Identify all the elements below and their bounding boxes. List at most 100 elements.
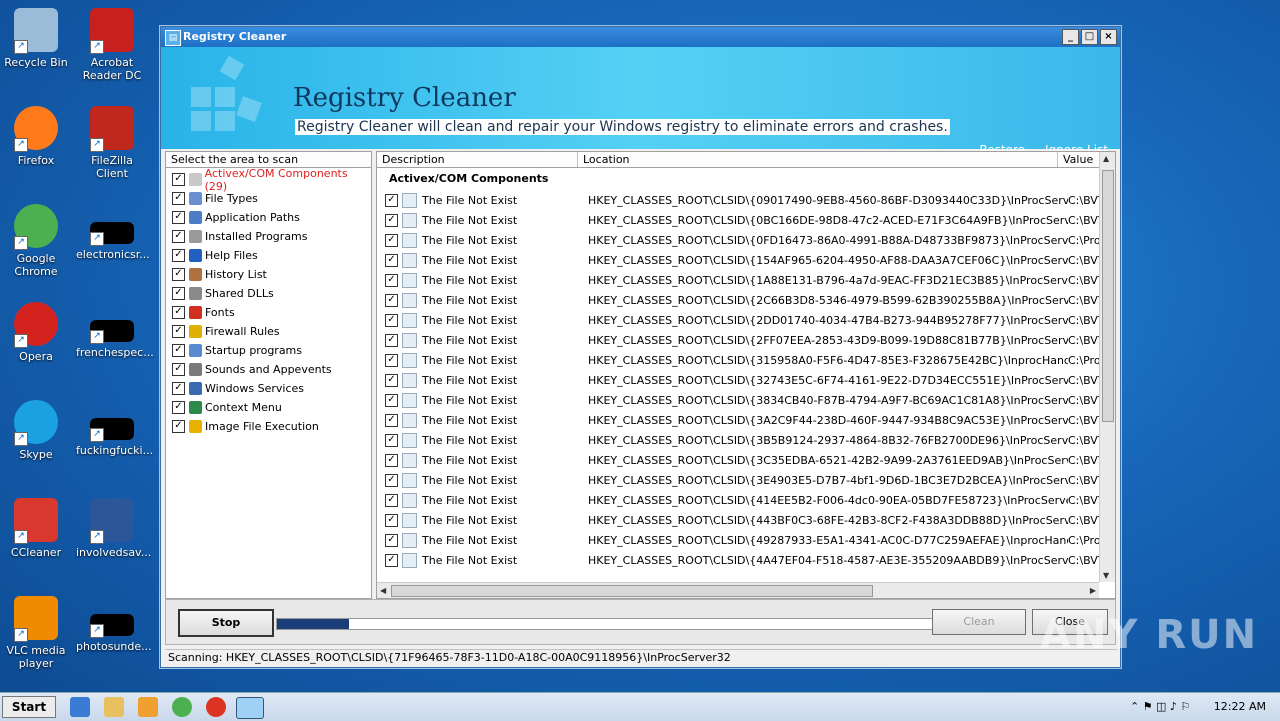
result-row[interactable]: ✓ The File Not Exist HKEY_CLASSES_ROOT\CLS…: [377, 270, 1115, 290]
result-row[interactable]: ✓ The File Not Exist HKEY_CLASSES_ROOT\CLS…: [377, 410, 1115, 430]
scan-area-item[interactable]: ✓ Shared DLLs: [166, 284, 371, 303]
result-row[interactable]: ✓ The File Not Exist HKEY_CLASSES_ROOT\CLS…: [377, 390, 1115, 410]
maximize-button[interactable]: □: [1081, 29, 1098, 45]
row-checkbox[interactable]: ✓: [385, 533, 398, 547]
column-value[interactable]: Value: [1058, 152, 1103, 167]
scan-area-item[interactable]: ✓ Firewall Rules: [166, 322, 371, 341]
row-checkbox[interactable]: ✓: [385, 233, 398, 247]
checkbox[interactable]: ✓: [172, 344, 185, 357]
column-description[interactable]: Description: [377, 152, 578, 167]
checkbox[interactable]: ✓: [172, 268, 185, 281]
chrome-taskbar-icon[interactable]: [172, 697, 192, 717]
result-row[interactable]: ✓ The File Not Exist HKEY_CLASSES_ROOT\CLS…: [377, 370, 1115, 390]
result-row[interactable]: ✓ The File Not Exist HKEY_CLASSES_ROOT\CLS…: [377, 190, 1115, 210]
row-checkbox[interactable]: ✓: [385, 393, 398, 407]
result-row[interactable]: ✓ The File Not Exist HKEY_CLASSES_ROOT\CLS…: [377, 430, 1115, 450]
scan-area-item[interactable]: ✓ Image File Execution: [166, 417, 371, 436]
scrollbar-thumb[interactable]: [1102, 170, 1114, 422]
result-row[interactable]: ✓ The File Not Exist HKEY_CLASSES_ROOT\CLS…: [377, 330, 1115, 350]
row-checkbox[interactable]: ✓: [385, 273, 398, 287]
desktop-icon[interactable]: ↗ CCleaner: [0, 498, 72, 559]
scan-area-item[interactable]: ✓ Sounds and Appevents: [166, 360, 371, 379]
desktop-icon[interactable]: ↗ involvedsav...: [76, 498, 151, 559]
checkbox[interactable]: ✓: [172, 173, 185, 186]
desktop-icon[interactable]: ↗ Acrobat Reader DC: [76, 8, 148, 82]
explorer-icon[interactable]: [104, 697, 124, 717]
checkbox[interactable]: ✓: [172, 287, 185, 300]
row-checkbox[interactable]: ✓: [385, 453, 398, 467]
desktop-icon[interactable]: ↗ Recycle Bin: [0, 8, 72, 69]
result-row[interactable]: ✓ The File Not Exist HKEY_CLASSES_ROOT\CLS…: [377, 550, 1115, 570]
checkbox[interactable]: ✓: [172, 401, 185, 414]
desktop-icon[interactable]: ↗ Skype: [0, 400, 72, 461]
horizontal-scrollbar[interactable]: ◀ ▶: [377, 582, 1099, 598]
opera-taskbar-icon[interactable]: [206, 697, 226, 717]
minimize-button[interactable]: _: [1062, 29, 1079, 45]
row-checkbox[interactable]: ✓: [385, 193, 398, 207]
result-row[interactable]: ✓ The File Not Exist HKEY_CLASSES_ROOT\CLS…: [377, 450, 1115, 470]
desktop-icon[interactable]: ↗ Firefox: [0, 106, 72, 167]
row-checkbox[interactable]: ✓: [385, 473, 398, 487]
clean-button[interactable]: Clean: [932, 609, 1026, 635]
start-button[interactable]: Start: [2, 696, 56, 718]
row-checkbox[interactable]: ✓: [385, 293, 398, 307]
result-row[interactable]: ✓ The File Not Exist HKEY_CLASSES_ROOT\CLS…: [377, 530, 1115, 550]
column-location[interactable]: Location: [578, 152, 1058, 167]
desktop-icon[interactable]: ↗ frenchespec...: [76, 302, 154, 359]
checkbox[interactable]: ✓: [172, 230, 185, 243]
scan-area-item[interactable]: ✓ Startup programs: [166, 341, 371, 360]
row-checkbox[interactable]: ✓: [385, 493, 398, 507]
row-checkbox[interactable]: ✓: [385, 313, 398, 327]
scan-area-item[interactable]: ✓ Context Menu: [166, 398, 371, 417]
result-row[interactable]: ✓ The File Not Exist HKEY_CLASSES_ROOT\CLS…: [377, 230, 1115, 250]
result-row[interactable]: ✓ The File Not Exist HKEY_CLASSES_ROOT\CLS…: [377, 490, 1115, 510]
desktop-icon[interactable]: ↗ fuckingfucki...: [76, 400, 153, 457]
scroll-right-icon[interactable]: ▶: [1090, 586, 1096, 595]
ie-icon[interactable]: [70, 697, 90, 717]
registry-cleaner-task[interactable]: [236, 697, 264, 719]
result-row[interactable]: ✓ The File Not Exist HKEY_CLASSES_ROOT\CLS…: [377, 210, 1115, 230]
result-row[interactable]: ✓ The File Not Exist HKEY_CLASSES_ROOT\CLS…: [377, 250, 1115, 270]
scan-area-item[interactable]: ✓ Windows Services: [166, 379, 371, 398]
checkbox[interactable]: ✓: [172, 382, 185, 395]
desktop-icon[interactable]: ↗ VLC media player: [0, 596, 72, 670]
row-checkbox[interactable]: ✓: [385, 513, 398, 527]
result-row[interactable]: ✓ The File Not Exist HKEY_CLASSES_ROOT\CLS…: [377, 350, 1115, 370]
desktop-icon[interactable]: ↗ Google Chrome: [0, 204, 72, 278]
media-player-icon[interactable]: [138, 697, 158, 717]
checkbox[interactable]: ✓: [172, 306, 185, 319]
clock[interactable]: 12:22 AM: [1214, 700, 1266, 713]
row-checkbox[interactable]: ✓: [385, 353, 398, 367]
row-checkbox[interactable]: ✓: [385, 413, 398, 427]
desktop-icon[interactable]: ↗ electronicsr...: [76, 204, 150, 261]
checkbox[interactable]: ✓: [172, 211, 185, 224]
vertical-scrollbar[interactable]: ▲ ▼: [1099, 152, 1115, 582]
scan-area-item[interactable]: ✓ Activex/COM Components (29): [166, 167, 371, 193]
scan-area-item[interactable]: ✓ Fonts: [166, 303, 371, 322]
checkbox[interactable]: ✓: [172, 420, 185, 433]
tray-icons[interactable]: ⌃ ⚑ ◫ ♪ ⚐: [1130, 700, 1190, 713]
row-checkbox[interactable]: ✓: [385, 213, 398, 227]
row-checkbox[interactable]: ✓: [385, 333, 398, 347]
row-checkbox[interactable]: ✓: [385, 433, 398, 447]
title-bar[interactable]: ▤ Registry Cleaner _ □ ×: [161, 27, 1120, 47]
scroll-down-icon[interactable]: ▼: [1103, 571, 1109, 580]
result-row[interactable]: ✓ The File Not Exist HKEY_CLASSES_ROOT\CLS…: [377, 310, 1115, 330]
desktop-icon[interactable]: ↗ photosunde...: [76, 596, 152, 653]
scroll-left-icon[interactable]: ◀: [380, 586, 386, 595]
scan-area-item[interactable]: ✓ Application Paths: [166, 208, 371, 227]
scan-area-item[interactable]: ✓ History List: [166, 265, 371, 284]
desktop-icon[interactable]: ↗ Opera: [0, 302, 72, 363]
stop-button[interactable]: Stop: [178, 609, 274, 637]
row-checkbox[interactable]: ✓: [385, 373, 398, 387]
row-checkbox[interactable]: ✓: [385, 253, 398, 267]
result-row[interactable]: ✓ The File Not Exist HKEY_CLASSES_ROOT\CLS…: [377, 510, 1115, 530]
result-row[interactable]: ✓ The File Not Exist HKEY_CLASSES_ROOT\CLS…: [377, 290, 1115, 310]
scan-area-item[interactable]: ✓ Help Files: [166, 246, 371, 265]
hscrollbar-thumb[interactable]: [391, 585, 873, 597]
close-window-button[interactable]: ×: [1100, 29, 1117, 45]
desktop-icon[interactable]: ↗ FileZilla Client: [76, 106, 148, 180]
row-checkbox[interactable]: ✓: [385, 553, 398, 567]
scroll-up-icon[interactable]: ▲: [1103, 154, 1109, 163]
checkbox[interactable]: ✓: [172, 363, 185, 376]
